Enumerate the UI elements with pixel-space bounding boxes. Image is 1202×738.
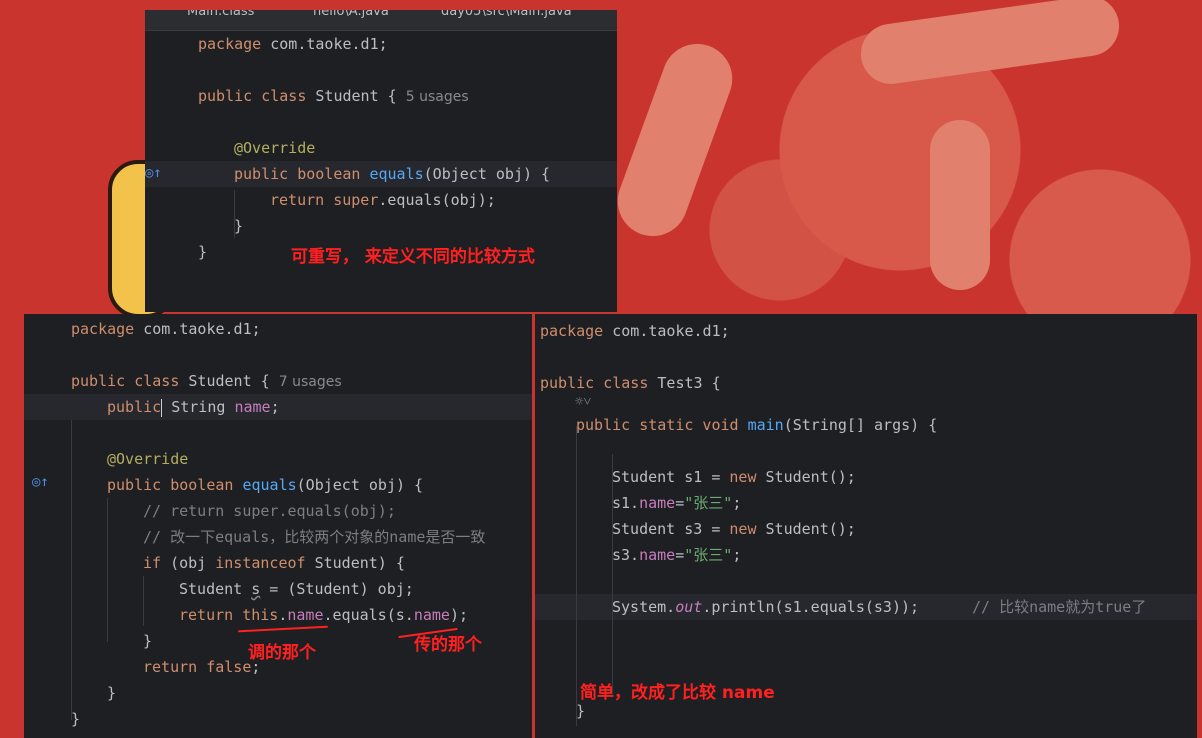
tab-day05-main-java[interactable]: day05\src\Main.java	[441, 10, 572, 19]
code-line: }	[198, 243, 208, 261]
code-line: System.out.println(s1.equals(s3));	[612, 598, 920, 616]
code-line: @Override	[107, 450, 189, 468]
code-line: }	[107, 684, 117, 702]
code-line: public boolean equals(Object obj) {	[234, 165, 551, 183]
run-gutter-icon[interactable]: ☼˅	[575, 394, 591, 411]
code-line: // 改一下equals，比较两个对象的name是否一致	[143, 528, 486, 546]
indent-guide	[71, 420, 72, 720]
student-code-editor[interactable]: ◎↑ package com.taoke.d1; public class St…	[24, 314, 532, 738]
tab-hello-a-java[interactable]: hello\A.java	[313, 10, 389, 19]
code-line: return this.name.equals(s.name);	[179, 606, 468, 624]
code-line: }	[143, 632, 153, 650]
wallpaper-decoration	[930, 120, 990, 290]
code-line: if (obj instanceof Student) {	[143, 554, 405, 572]
override-gutter-icon[interactable]: ◎↑	[32, 474, 49, 490]
indent-guide	[107, 498, 108, 642]
code-line: }	[71, 710, 81, 728]
code-line: s1.name="张三";	[612, 494, 742, 512]
code-line: Student s = (Student) obj;	[179, 580, 414, 598]
code-line: @Override	[234, 139, 316, 157]
code-line: Student s3 = new Student();	[612, 520, 856, 538]
red-annotation-override: 可重写， 来定义不同的比较方式	[291, 247, 535, 267]
usages-hint[interactable]: 7 usages	[279, 374, 342, 390]
code-line: public class Test3 {	[540, 374, 721, 392]
usages-hint[interactable]: 5 usages	[406, 89, 469, 105]
override-gutter-icon[interactable]: ◎↑	[145, 165, 162, 181]
test3-code-editor[interactable]: ☼˅ package com.taoke.d1; public class Te…	[535, 314, 1197, 738]
indent-guide	[143, 576, 144, 626]
red-annotation-name-compare: 简单，改成了比较 name	[580, 683, 775, 703]
code-line: public boolean equals(Object obj) {	[107, 476, 424, 494]
code-line: return super.equals(obj);	[270, 191, 496, 209]
code-line: Student s1 = new Student();	[612, 468, 856, 486]
code-line: public class Student { 5 usages	[198, 87, 469, 105]
red-annotation-this: 调的那个	[248, 643, 316, 663]
code-line: public class Student { 7 usages	[71, 372, 342, 390]
code-line: public String name;	[107, 398, 280, 417]
code-comment: // 比较name就为true了	[972, 598, 1147, 616]
code-line: package com.taoke.d1;	[540, 322, 730, 340]
tab-main-class[interactable]: Main.class	[187, 10, 254, 19]
indent-guide	[576, 426, 577, 726]
code-line: package com.taoke.d1;	[198, 35, 388, 53]
code-line: }	[234, 217, 244, 235]
red-annotation-param: 传的那个	[414, 635, 482, 655]
code-line: // return super.equals(obj);	[143, 502, 396, 520]
editor-tab-bar: Main.class hello\A.java day05\src\Main.j…	[145, 10, 617, 31]
code-line: return false;	[143, 658, 261, 676]
code-line: s3.name="张三";	[612, 546, 742, 564]
code-line: public static void main(String[] args) {	[576, 416, 938, 434]
code-line: package com.taoke.d1;	[71, 320, 261, 338]
top-code-editor[interactable]: Main.class hello\A.java day05\src\Main.j…	[145, 10, 617, 312]
